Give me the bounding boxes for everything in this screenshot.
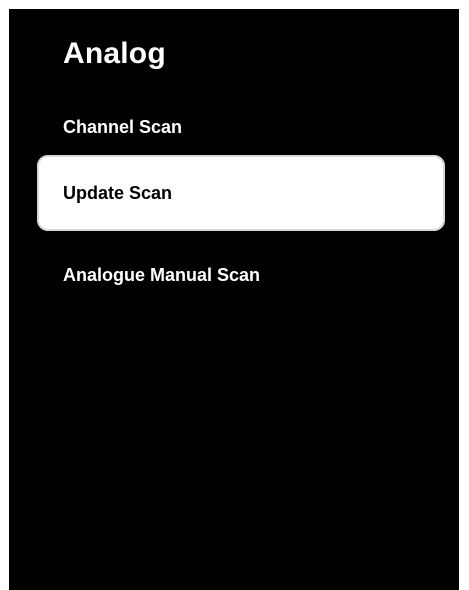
menu-item-update-scan[interactable]: Update Scan	[37, 155, 445, 231]
tv-menu-screen: Analog Channel Scan Update Scan Analogue…	[9, 9, 459, 590]
menu-item-analogue-manual-scan[interactable]: Analogue Manual Scan	[63, 265, 260, 286]
menu-item-label: Update Scan	[63, 182, 173, 203]
page-title: Analog	[63, 37, 166, 70]
menu-item-channel-scan[interactable]: Channel Scan	[63, 117, 182, 138]
